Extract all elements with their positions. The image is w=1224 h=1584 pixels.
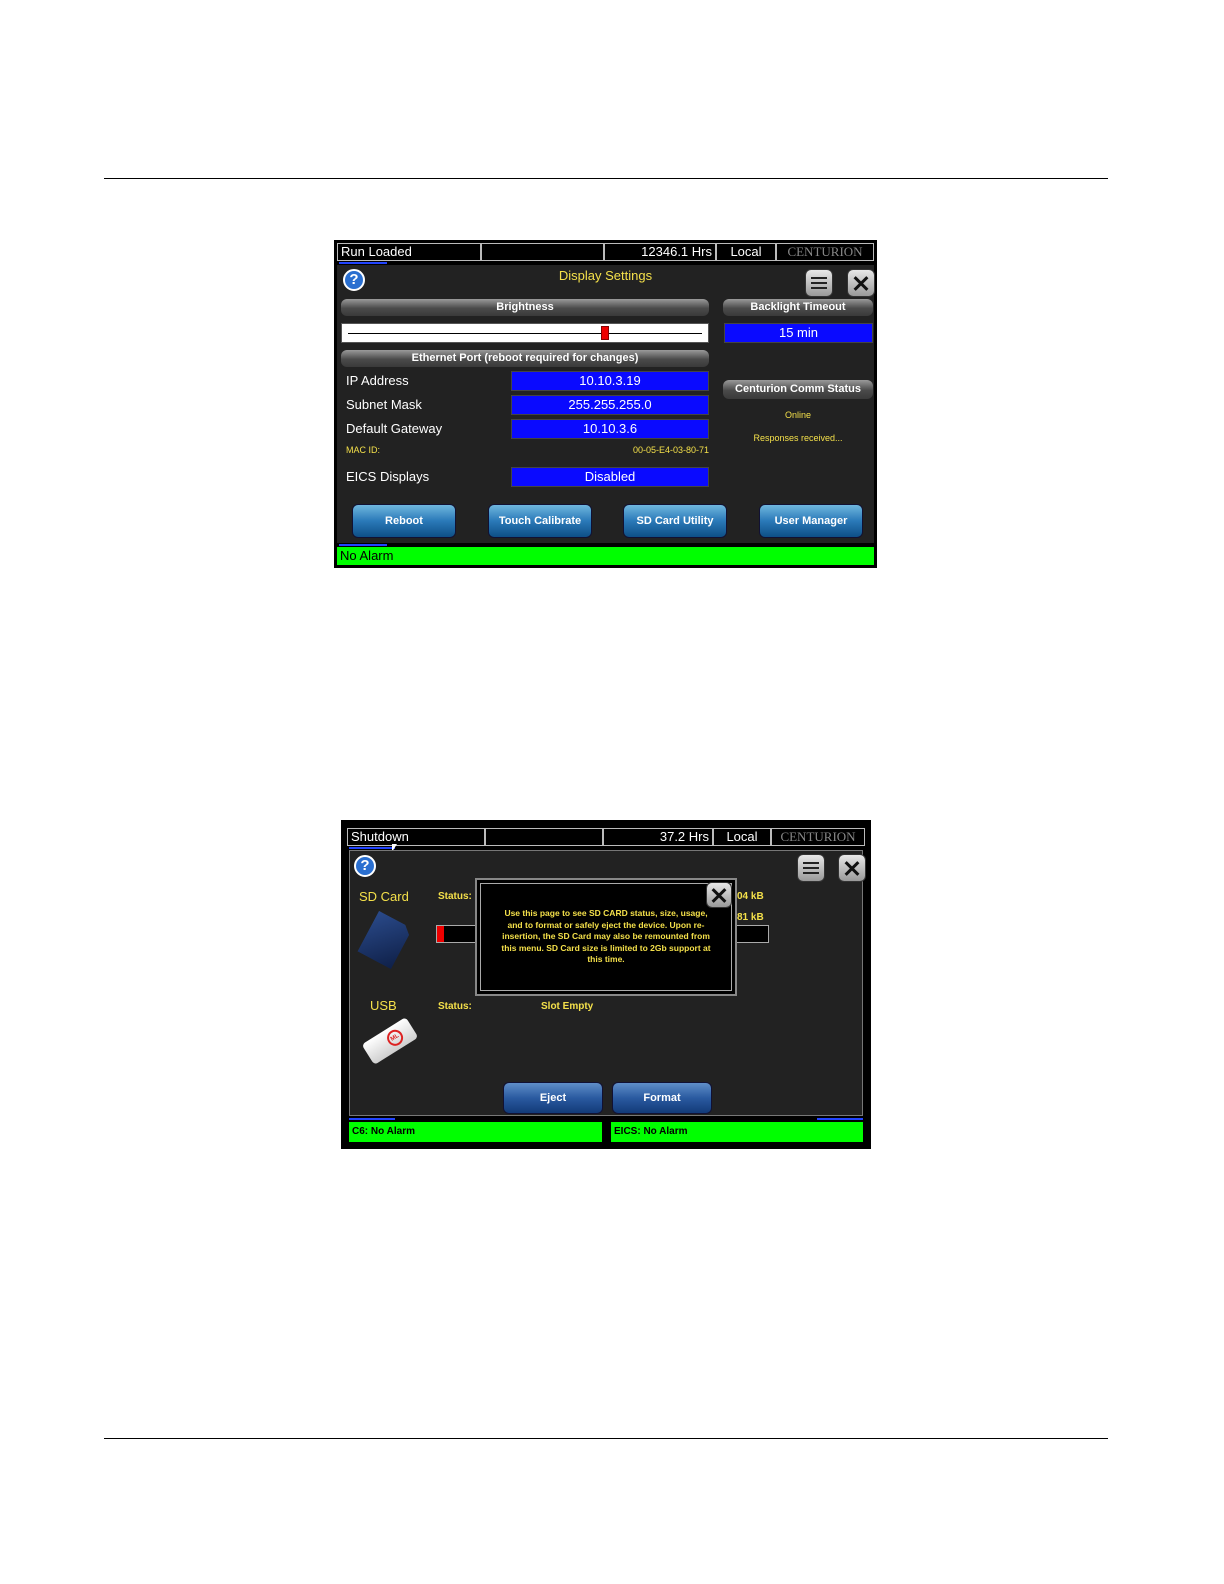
status-blank	[481, 243, 604, 261]
help-icon[interactable]: ?	[354, 855, 376, 877]
format-button[interactable]: Format	[613, 1083, 711, 1113]
menu-icon[interactable]	[798, 855, 824, 881]
page-title: Display Settings	[558, 268, 653, 283]
sd-card-utility-screenshot: Shutdown 37.2 Hrs Local CENTURION ? SD C…	[341, 820, 871, 1149]
run-hours: 12346.1 Hrs	[604, 243, 716, 261]
run-hours: 37.2 Hrs	[603, 828, 713, 846]
footer-rule	[104, 1438, 1108, 1439]
brand-logo: CENTURION	[776, 243, 874, 261]
control-mode: Local	[716, 243, 776, 261]
usb-drive-icon: ML	[361, 1017, 419, 1065]
subnet-mask-label: Subnet Mask	[346, 397, 422, 412]
backlight-header: Backlight Timeout	[723, 299, 873, 316]
sd-card-label: SD Card	[359, 889, 409, 904]
sd-card-icon	[357, 911, 412, 969]
comm-status-header: Centurion Comm Status	[723, 380, 873, 399]
mac-id-label: MAC ID:	[346, 445, 381, 455]
subnet-mask-field[interactable]: 255.255.255.0	[511, 395, 709, 415]
close-icon[interactable]	[839, 855, 865, 881]
header-rule	[104, 178, 1108, 179]
sd-size-value: 04 kB	[737, 891, 764, 902]
alarm-bar: No Alarm	[337, 547, 874, 565]
alarm-underline-right	[817, 1118, 863, 1120]
eics-alarm-bar: EICS: No Alarm	[611, 1122, 863, 1142]
control-mode: Local	[713, 828, 771, 846]
usb-status-label: Status:	[438, 1001, 472, 1012]
close-icon[interactable]	[848, 270, 874, 296]
run-state: Shutdown	[347, 828, 485, 846]
display-settings-screenshot: Run Loaded 12346.1 Hrs Local CENTURION ?…	[334, 240, 877, 568]
usb-label: USB	[370, 998, 397, 1013]
brightness-slider[interactable]	[341, 323, 709, 343]
popup-close-icon[interactable]	[707, 883, 731, 907]
ethernet-header: Ethernet Port (reboot required for chang…	[341, 350, 709, 367]
sd-status-label: Status:	[438, 891, 472, 902]
mac-id-value: 00-05-E4-03-80-71	[632, 445, 709, 455]
brand-logo: CENTURION	[771, 828, 865, 846]
ip-address-field[interactable]: 10.10.3.19	[511, 371, 709, 391]
eics-displays-field[interactable]: Disabled	[511, 467, 709, 487]
comm-status-detail: Responses received...	[753, 433, 843, 443]
comm-status-value: Online	[784, 410, 811, 420]
usb-logo-text: ML	[384, 1026, 407, 1049]
c6-alarm-bar: C6: No Alarm	[349, 1122, 602, 1142]
settings-panel: ? Display Settings Brightness Backlight …	[337, 265, 874, 543]
alarm-underline	[339, 544, 387, 546]
default-gateway-field[interactable]: 10.10.3.6	[511, 419, 709, 439]
alarm-underline-left	[349, 1118, 395, 1120]
slider-track-line	[348, 333, 702, 334]
status-bar: Run Loaded 12346.1 Hrs Local CENTURION	[337, 243, 874, 261]
status-blank	[485, 828, 603, 846]
popup-help-text: Use this page to see SD CARD status, siz…	[501, 908, 711, 964]
brightness-header: Brightness	[341, 299, 709, 316]
touch-calibrate-button[interactable]: Touch Calibrate	[489, 505, 591, 537]
user-manager-button[interactable]: User Manager	[760, 505, 862, 537]
ip-address-label: IP Address	[346, 373, 409, 388]
eics-displays-label: EICS Displays	[346, 469, 430, 484]
help-popup: Use this page to see SD CARD status, siz…	[475, 878, 737, 996]
status-bar: Shutdown 37.2 Hrs Local CENTURION	[347, 828, 865, 846]
reboot-button[interactable]: Reboot	[353, 505, 455, 537]
slider-thumb[interactable]	[600, 326, 609, 340]
sd-usage-fill	[437, 926, 444, 942]
default-gateway-label: Default Gateway	[346, 421, 443, 436]
sd-used-value: 81 kB	[737, 912, 764, 923]
status-underline	[339, 262, 387, 264]
status-underline	[349, 847, 395, 849]
eject-button[interactable]: Eject	[504, 1083, 602, 1113]
run-state: Run Loaded	[337, 243, 481, 261]
sd-card-utility-button[interactable]: SD Card Utility	[624, 505, 726, 537]
backlight-timeout-field[interactable]: 15 min	[724, 323, 873, 343]
usb-status-value: Slot Empty	[541, 1001, 594, 1012]
menu-icon[interactable]	[806, 270, 832, 296]
